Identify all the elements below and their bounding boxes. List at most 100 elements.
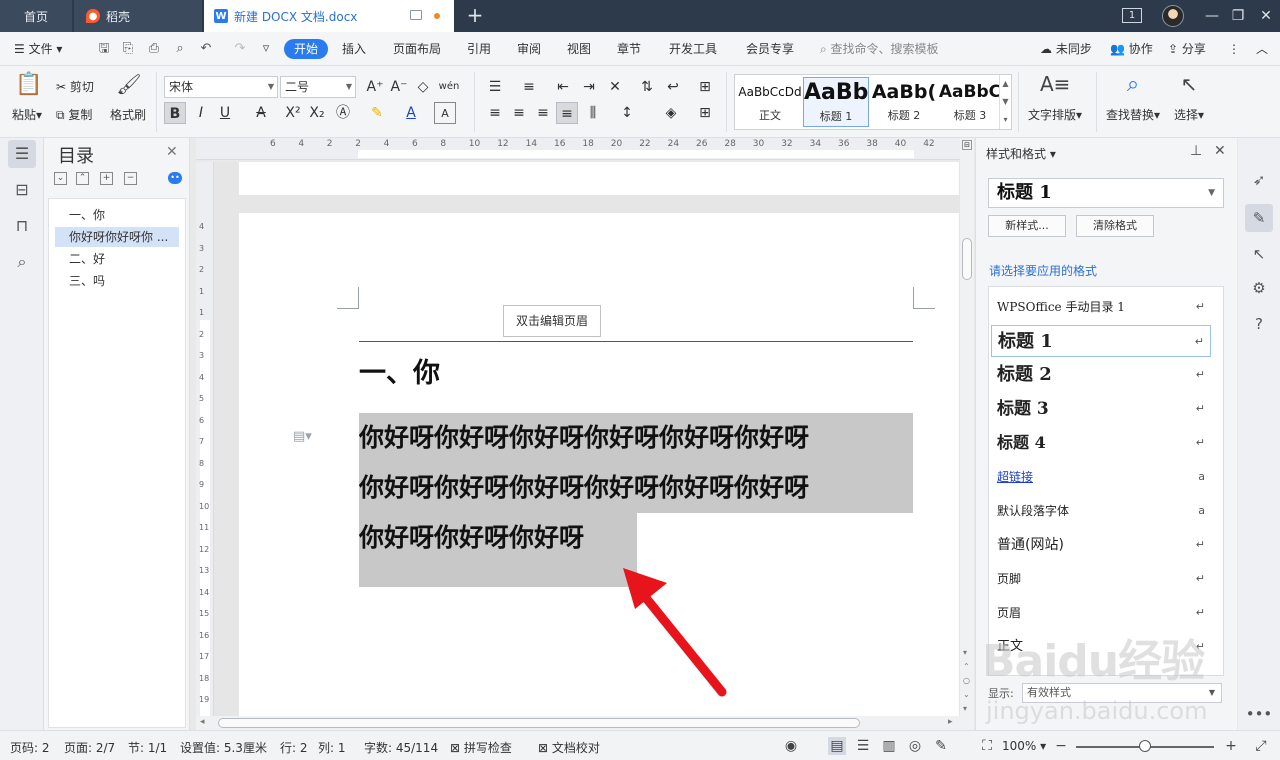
align-center-icon[interactable]: ≡ <box>508 102 530 124</box>
font-name-select[interactable]: 宋体 ▼ <box>164 76 278 98</box>
search-icon[interactable]: ⌕ <box>8 248 36 276</box>
chinese-layout-icon[interactable]: ✕ <box>604 76 626 98</box>
collapse-ribbon-icon[interactable]: ︿ <box>1256 40 1268 58</box>
menu-reference[interactable]: 引用 <box>467 40 491 58</box>
monitor-icon[interactable] <box>410 10 422 20</box>
outline-view-icon[interactable]: ☰ <box>854 737 872 755</box>
numbered-list-icon[interactable]: ≡ <box>518 76 540 98</box>
zoom-level[interactable]: 100% ▾ <box>1002 739 1046 753</box>
toc-pane-icon[interactable]: ☰ <box>8 140 36 168</box>
page-count-badge[interactable]: 1 <box>1122 8 1142 23</box>
select-pointer-icon[interactable]: ↖ <box>1245 240 1273 268</box>
eye-protect-icon[interactable]: ◉ <box>782 737 800 755</box>
decrease-indent-icon[interactable]: ⇤ <box>552 76 574 98</box>
text-layout-button[interactable]: 文字排版▾ <box>1028 106 1082 123</box>
style-normal[interactable]: AaBbCcDd 正文 <box>737 77 803 127</box>
find-replace-icon[interactable]: ⌕ <box>1118 72 1148 100</box>
file-menu[interactable]: ☰ 文件 ▾ <box>14 40 62 58</box>
menu-review[interactable]: 审阅 <box>517 40 541 58</box>
close-window-icon[interactable]: ✕ <box>1252 0 1280 32</box>
redo-icon[interactable]: ↷ <box>232 41 248 57</box>
toc-add-icon[interactable]: + <box>100 172 113 185</box>
clear-format-icon[interactable]: ◇ <box>412 76 434 98</box>
select-button[interactable]: 选择▾ <box>1174 106 1204 123</box>
underline-button[interactable]: U <box>214 102 236 124</box>
styles-pane-title[interactable]: 样式和格式 ▾ <box>986 145 1056 162</box>
chapter-nav-icon[interactable]: ⊟ <box>8 176 36 204</box>
status-setting[interactable]: 设置值: 5.3厘米 <box>180 739 267 756</box>
menu-page-layout[interactable]: 页面布局 <box>393 40 441 58</box>
phonetic-icon[interactable]: wén <box>438 76 460 98</box>
paste-button[interactable]: 粘贴▾ <box>12 106 42 123</box>
new-style-button[interactable]: 新样式... <box>988 215 1066 237</box>
menu-member[interactable]: 会员专享 <box>746 40 794 58</box>
bullet-list-icon[interactable]: ☰ <box>484 76 506 98</box>
fit-page-icon[interactable]: ⛶ <box>978 737 996 755</box>
text-effect-icon[interactable]: Ⓐ <box>332 102 354 124</box>
style-list-item[interactable]: 标题 4 ↵ <box>991 427 1211 459</box>
bookmark-icon[interactable]: ⊓ <box>8 212 36 240</box>
current-style-select[interactable]: 标题 1 ▼ <box>988 178 1224 208</box>
tab-home[interactable]: 首页 <box>0 0 72 32</box>
page-view-icon[interactable]: ▤ <box>828 737 846 755</box>
spell-check-button[interactable]: ⊠ 拼写检查 <box>450 739 512 756</box>
font-color-icon[interactable]: A <box>400 102 422 124</box>
superscript-button[interactable]: X² <box>282 102 304 124</box>
grow-font-icon[interactable]: A⁺ <box>364 76 386 98</box>
command-search-input[interactable]: ⌕ 查找命令、搜索模板 <box>816 39 956 59</box>
scroll-thumb[interactable] <box>218 718 860 728</box>
style-list-item[interactable]: 标题 3 ↵ <box>991 393 1211 425</box>
align-left-icon[interactable]: ≡ <box>484 102 506 124</box>
vertical-scrollbar[interactable]: ⊟ ▾ ⌃ ○ ⌄ ▾ <box>960 138 974 730</box>
toc-options-icon[interactable]: •• <box>168 172 182 184</box>
clear-format-button[interactable]: 清除格式 <box>1076 215 1154 237</box>
avatar[interactable] <box>1162 5 1184 27</box>
select-cursor-icon[interactable]: ↖ <box>1176 72 1202 100</box>
vertical-ruler[interactable]: 4 3 2 1 1 2 3 4 5 6 7 8 9 10 11 12 13 14 15 16 17 18 19 <box>196 162 214 716</box>
menu-view[interactable]: 视图 <box>567 40 591 58</box>
bold-button[interactable]: B <box>164 102 186 124</box>
toc-remove-icon[interactable]: − <box>124 172 137 185</box>
reading-view-icon[interactable]: ▥ <box>880 737 898 755</box>
more-icon[interactable]: ••• <box>1245 700 1273 728</box>
text-layout-icon[interactable]: A≡ <box>1040 72 1070 100</box>
align-right-icon[interactable]: ≡ <box>532 102 554 124</box>
italic-button[interactable]: I <box>190 102 212 124</box>
rocket-icon[interactable]: ➶ <box>1245 166 1273 194</box>
toc-item[interactable]: 二、好 <box>55 249 179 269</box>
status-section[interactable]: 节: 1/1 <box>128 739 167 756</box>
toc-item[interactable]: 三、吗 <box>55 271 179 291</box>
sort-icon[interactable]: ⇅ <box>636 76 658 98</box>
style-heading-1[interactable]: AaBb 标题 1 <box>803 77 869 127</box>
restore-icon[interactable]: ❐ <box>1224 0 1252 32</box>
fullscreen-icon[interactable]: ⤢ <box>1252 737 1270 755</box>
style-list-item[interactable]: 普通(网站) ↵ <box>991 529 1211 561</box>
horizontal-ruler[interactable]: 6 4 2 2 4 6 8 10 12 14 16 18 20 22 24 26 28 30 32 34 36 38 40 4… <box>196 138 960 160</box>
char-border-icon[interactable]: A <box>434 102 456 124</box>
split-icon[interactable]: ⊟ <box>962 140 972 150</box>
tab-document[interactable]: W 新建 DOCX 文档.docx <box>204 0 454 32</box>
style-list-item[interactable]: 页脚 ↵ <box>991 563 1211 595</box>
style-list-item[interactable]: 超链接 a <box>991 461 1211 493</box>
more-icon[interactable]: ⋮ <box>1228 40 1240 58</box>
menu-insert[interactable]: 插入 <box>342 40 366 58</box>
increase-indent-icon[interactable]: ⇥ <box>578 76 600 98</box>
toc-item[interactable]: 一、你 <box>55 205 179 225</box>
style-heading-3[interactable]: AaBbC 标题 3 <box>937 77 1003 127</box>
strikethrough-button[interactable]: A <box>250 102 272 124</box>
scroll-right-icon[interactable]: ▸ <box>948 717 953 727</box>
cut-button[interactable]: ✂ 剪切 <box>56 78 94 95</box>
page-nav-icons[interactable]: ▾ ⌃ ○ ⌄ ▾ <box>963 646 970 716</box>
subscript-button[interactable]: X₂ <box>306 102 328 124</box>
status-col[interactable]: 列: 1 <box>318 739 346 756</box>
export-icon[interactable]: ⎘ <box>120 41 136 57</box>
doc-proof-button[interactable]: ⊠ 文档校对 <box>538 739 600 756</box>
copy-button[interactable]: ⧉ 复制 <box>56 106 92 123</box>
format-painter-button[interactable]: 格式刷 <box>110 106 146 123</box>
tab-daoke[interactable]: ● 稻壳 <box>74 0 202 32</box>
style-heading-2[interactable]: AaBb( 标题 2 <box>871 77 937 127</box>
scroll-left-icon[interactable]: ◂ <box>200 717 205 727</box>
format-painter-icon[interactable]: 🖌 <box>116 72 142 100</box>
scroll-thumb[interactable] <box>962 238 972 280</box>
style-edit-icon[interactable]: ✎ <box>1245 204 1273 232</box>
